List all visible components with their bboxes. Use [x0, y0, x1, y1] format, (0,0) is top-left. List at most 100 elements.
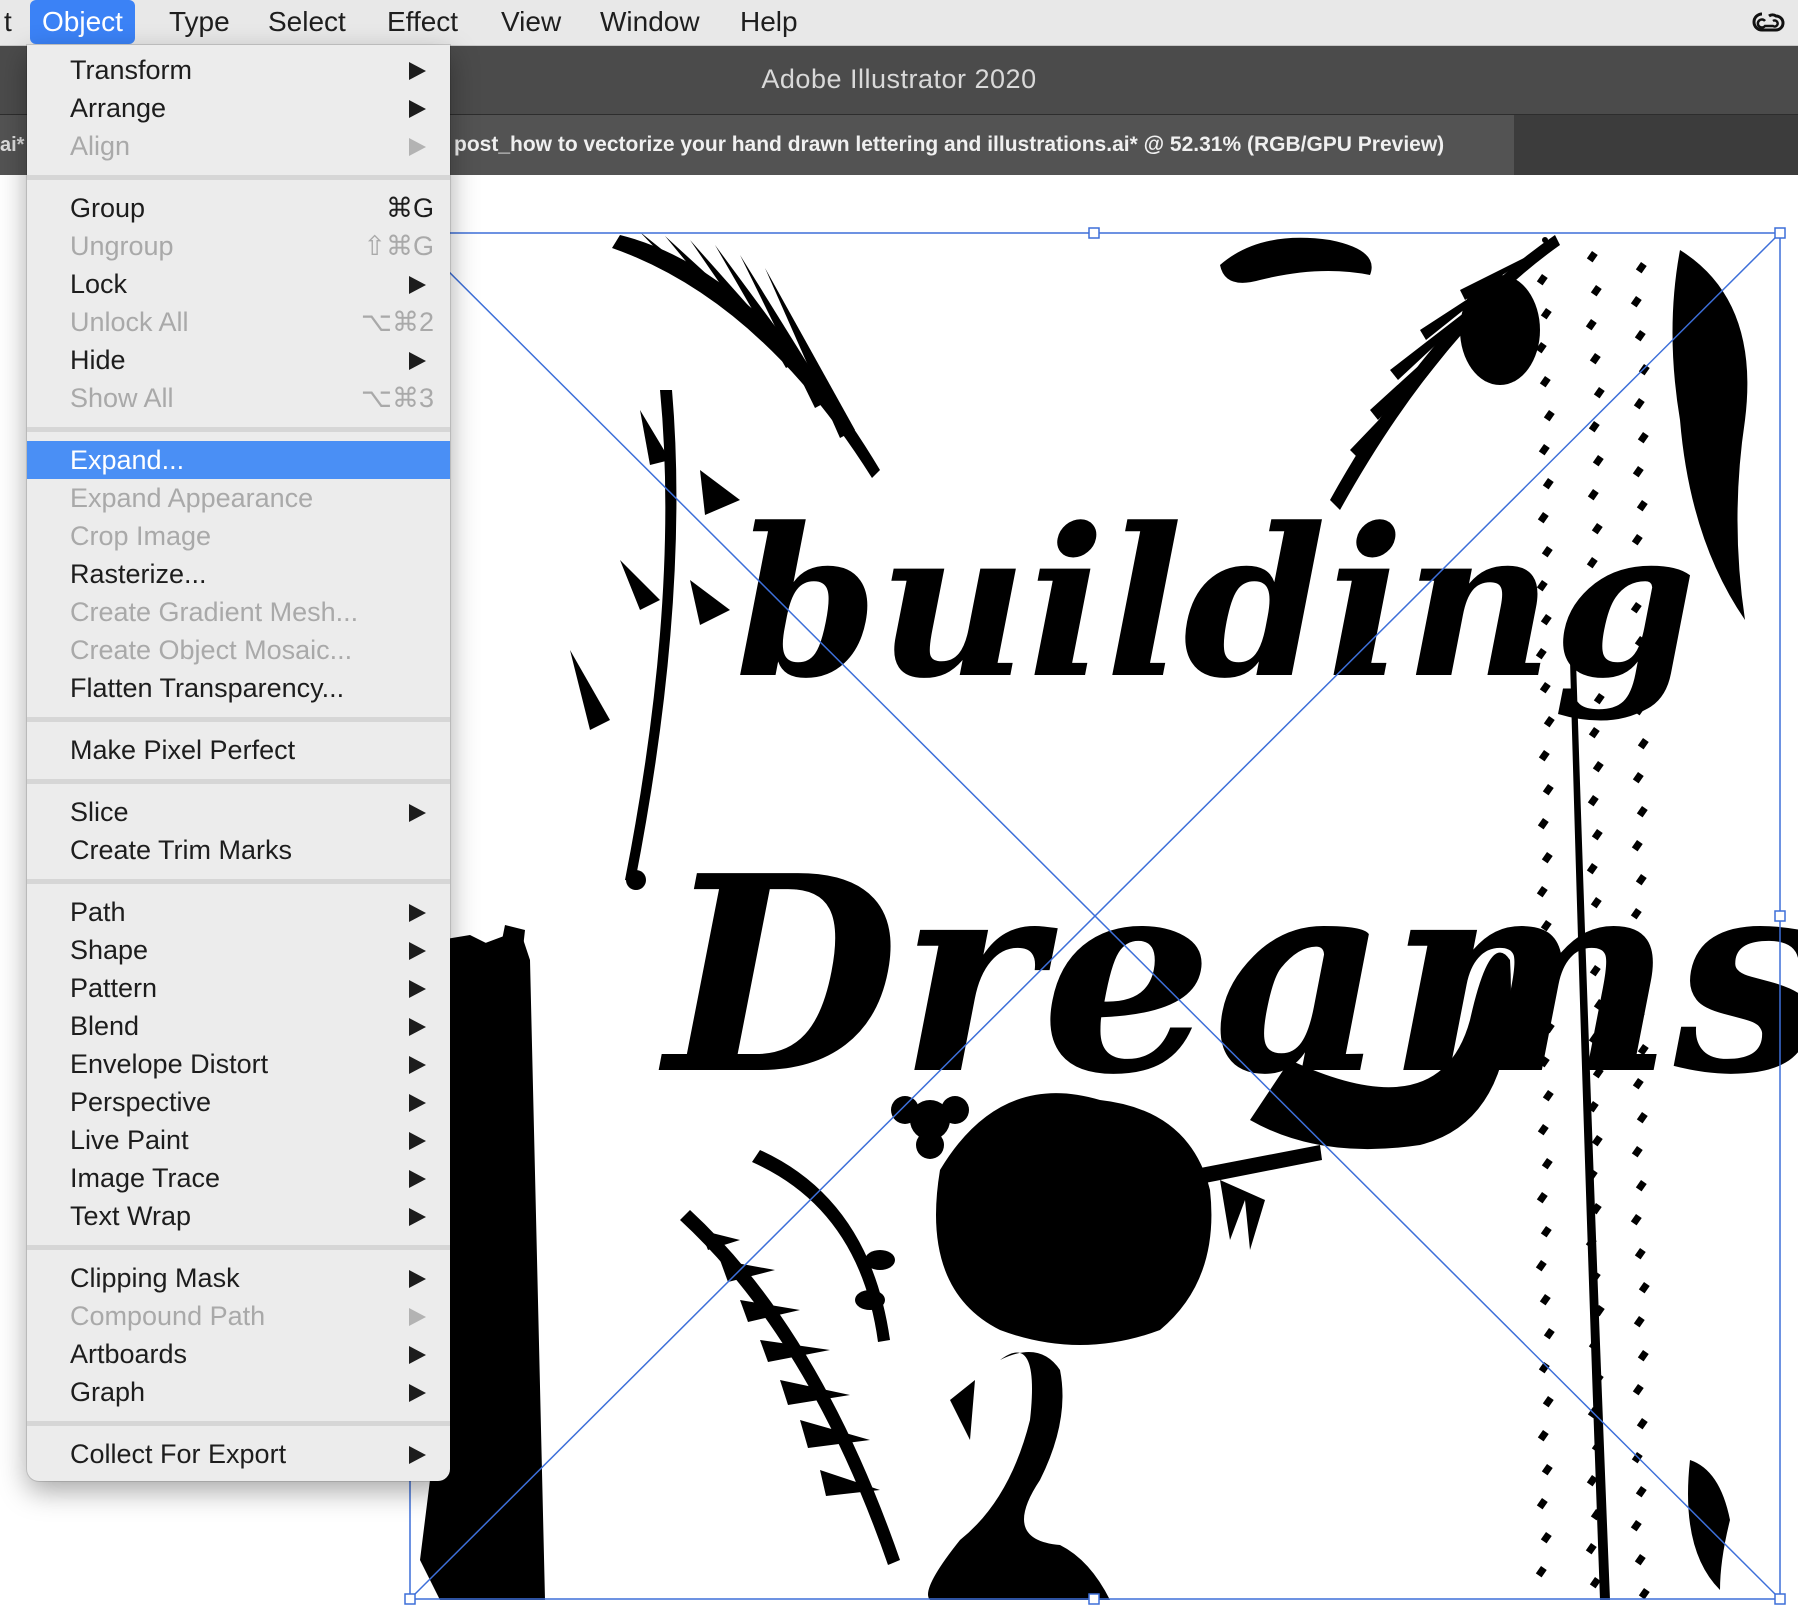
- artwork-dot: [1543, 409, 1555, 422]
- document-tab-active[interactable]: post_how to vectorize your hand drawn le…: [440, 115, 1514, 175]
- menu-separator: [27, 1245, 450, 1250]
- handle-bottom-left: [404, 1593, 416, 1605]
- artwork-swan: [928, 1352, 1110, 1600]
- menu-item-transform[interactable]: Transform: [27, 51, 450, 89]
- menu-item-live-paint[interactable]: Live Paint: [27, 1121, 450, 1159]
- menu-item-pattern[interactable]: Pattern: [27, 969, 450, 1007]
- artwork-dot: [1535, 1566, 1547, 1578]
- menu-item-lock[interactable]: Lock: [27, 265, 450, 303]
- artwork-dot: [1634, 329, 1646, 342]
- menu-item-crop-image: Crop Image: [70, 521, 212, 551]
- submenu-arrow-icon: [409, 1208, 426, 1226]
- menu-item-blend[interactable]: Blend: [27, 1007, 450, 1045]
- artwork-dot: [1589, 352, 1601, 365]
- artwork-dot: [1635, 1486, 1647, 1498]
- submenu-arrow-icon: [409, 1094, 426, 1112]
- artwork-dot: [1593, 387, 1605, 399]
- artwork-dot: [1637, 431, 1649, 444]
- menu-separator: [27, 779, 450, 784]
- artwork-dot: [1636, 1418, 1648, 1430]
- submenu-arrow-icon: [409, 1270, 426, 1288]
- artwork-dot: [1539, 376, 1551, 388]
- submenu-arrow-icon: [409, 1384, 426, 1402]
- menu-item-graph[interactable]: Graph: [27, 1373, 450, 1411]
- menu-item-rasterize[interactable]: Rasterize...: [27, 555, 450, 593]
- artwork-dot: [1630, 295, 1642, 308]
- handle-top-right: [1774, 227, 1786, 239]
- menu-item-expand[interactable]: Expand...: [27, 441, 450, 479]
- artwork-dot: [1586, 250, 1598, 263]
- menubar-item-partial[interactable]: t: [0, 0, 24, 45]
- artwork-dot: [1585, 318, 1597, 331]
- artwork-dot: [1541, 1158, 1553, 1170]
- menu-item-ungroup: Ungroup ⇧⌘G: [27, 227, 450, 265]
- artwork-dot: [1543, 1328, 1555, 1340]
- artwork-dot: [1638, 1282, 1650, 1294]
- submenu-arrow-icon: [409, 62, 426, 80]
- document-tab-previous[interactable]: ai*: [0, 115, 30, 175]
- artwork-dot: [1633, 397, 1645, 410]
- menubar-item-select[interactable]: Select: [256, 0, 358, 45]
- menu-item-create-gradient-mesh: Create Gradient Mesh...: [70, 597, 359, 627]
- artwork-dot: [1535, 1260, 1547, 1272]
- menu-item-perspective[interactable]: Perspective: [27, 1083, 450, 1121]
- artwork-dot: [1637, 738, 1649, 750]
- artwork-dot: [1589, 1577, 1601, 1589]
- menu-item-path[interactable]: Path: [27, 893, 450, 931]
- submenu-arrow-icon: [409, 276, 426, 294]
- menu-item-artboards[interactable]: Artboards: [27, 1335, 450, 1373]
- menu-item-hide[interactable]: Hide: [27, 341, 450, 379]
- menubar-item-help[interactable]: Help: [728, 0, 810, 45]
- menu-item-shape[interactable]: Shape: [27, 931, 450, 969]
- handle-middle-right: [1774, 910, 1786, 922]
- artwork-dot: [1631, 1146, 1643, 1158]
- artwork-dot: [1590, 284, 1602, 297]
- menu-item-arrange[interactable]: Arrange: [27, 89, 450, 127]
- menu-item-image-trace[interactable]: Image Trace: [27, 1159, 450, 1197]
- menu-separator: [27, 175, 450, 180]
- creative-cloud-icon[interactable]: [1752, 9, 1786, 35]
- menu-item-text-wrap[interactable]: Text Wrap: [27, 1197, 450, 1235]
- submenu-arrow-icon: [409, 980, 426, 998]
- artwork-dot: [1541, 1464, 1553, 1476]
- shortcut-group: ⌘G: [385, 193, 434, 223]
- menu-item-clipping-mask[interactable]: Clipping Mask: [27, 1259, 450, 1297]
- object-menu-dropdown: Transform Arrange Align Group ⌘G Ungroup ⇧…: [27, 45, 450, 1481]
- menu-item-create-trim-marks[interactable]: Create Trim Marks: [27, 831, 450, 869]
- submenu-arrow-icon: [409, 904, 426, 922]
- menubar-item-type[interactable]: Type: [157, 0, 242, 45]
- submenu-arrow-icon: [409, 1170, 426, 1188]
- submenu-arrow-icon: [409, 1308, 426, 1326]
- artwork-lettering-dreams: Dreams: [657, 816, 1798, 1134]
- menubar-item-window[interactable]: Window: [588, 0, 712, 45]
- menu-bar: t Object Type Select Effect View Window …: [0, 0, 1798, 46]
- artwork-dot: [1587, 795, 1599, 807]
- menu-item-collect-for-export[interactable]: Collect For Export: [27, 1435, 450, 1473]
- artwork-dot: [1632, 1384, 1644, 1396]
- submenu-arrow-icon: [409, 100, 426, 118]
- submenu-arrow-icon: [409, 1346, 426, 1364]
- artwork-dot: [1542, 784, 1554, 796]
- submenu-arrow-icon: [409, 1132, 426, 1150]
- artwork-dot: [1633, 1316, 1645, 1328]
- menu-item-slice[interactable]: Slice: [27, 793, 450, 831]
- menubar-item-view[interactable]: View: [489, 0, 573, 45]
- menubar-item-effect[interactable]: Effect: [375, 0, 470, 45]
- menu-item-flatten-transparency[interactable]: Flatten Transparency...: [27, 669, 450, 707]
- artwork-dot: [1538, 443, 1550, 456]
- shortcut-show-all: ⌥⌘3: [360, 383, 434, 413]
- menubar-item-object[interactable]: Object: [30, 0, 135, 44]
- menu-separator: [27, 717, 450, 722]
- artwork-dot: [1637, 1350, 1649, 1362]
- artwork-dot: [1634, 1248, 1646, 1260]
- menu-item-group[interactable]: Group ⌘G: [27, 189, 450, 227]
- artwork-dot: [1635, 261, 1647, 274]
- artwork-dot: [1632, 772, 1644, 784]
- menu-item-envelope-distort[interactable]: Envelope Distort: [27, 1045, 450, 1083]
- menu-item-make-pixel-perfect[interactable]: Make Pixel Perfect: [27, 731, 450, 769]
- artwork-leaf-bottom-right: [1688, 1460, 1730, 1590]
- menu-separator: [27, 1421, 450, 1426]
- menu-item-align: Align: [27, 127, 450, 165]
- artwork-dot: [1542, 1396, 1554, 1408]
- artwork-dot: [1588, 727, 1600, 739]
